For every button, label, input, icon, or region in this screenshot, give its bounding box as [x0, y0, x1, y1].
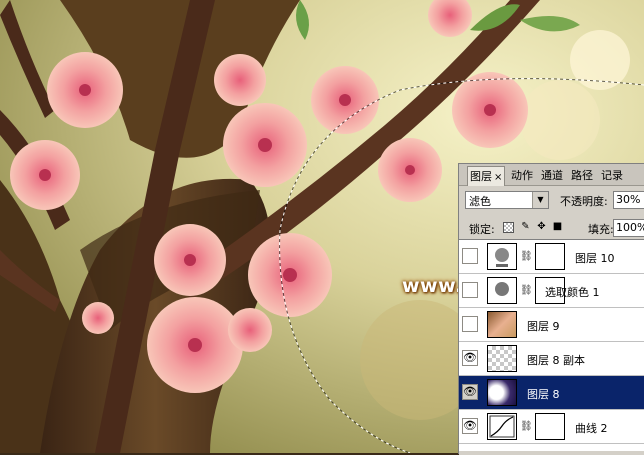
eye-icon[interactable]: 👁 [462, 384, 478, 400]
layer-row-selective-color-1[interactable]: ⛓ 选取颜色 1 [459, 274, 644, 308]
tab-close-icon[interactable]: × [494, 172, 502, 183]
layer-thumbnail [487, 345, 517, 372]
lock-all-icon[interactable]: ■ [551, 220, 564, 233]
layer-name: 曲线 2 [575, 422, 608, 435]
opacity-input[interactable]: 30% [613, 191, 644, 209]
visibility-toggle[interactable] [462, 282, 478, 298]
lock-label: 锁定: [469, 223, 495, 236]
layer-name: 图层 9 [527, 320, 560, 333]
panel-footer [459, 451, 644, 455]
layer-thumbnail [487, 311, 517, 338]
tab-history[interactable]: 记录 [601, 167, 623, 184]
lock-transparency-icon[interactable] [503, 222, 514, 233]
layer-name: 图层 8 副本 [527, 354, 585, 367]
blend-mode-value: 滤色 [469, 195, 491, 208]
visibility-toggle[interactable] [462, 248, 478, 264]
layer-mask-thumbnail [535, 413, 565, 440]
layer-row-10[interactable]: ⛓ 图层 10 [459, 240, 644, 274]
adjustment-thumbnail [487, 277, 517, 304]
layer-name: 图层 10 [575, 252, 615, 265]
eye-icon[interactable]: 👁 [462, 418, 478, 434]
fill-label: 填充: [588, 223, 614, 236]
layers-list: ⛓ 图层 10 ⛓ 选取颜色 1 图层 9 👁 图层 8 副本 👁 图层 8 👁… [459, 239, 644, 455]
layer-row-8-copy[interactable]: 👁 图层 8 副本 [459, 342, 644, 376]
eye-icon[interactable]: 👁 [462, 350, 478, 366]
chevron-down-icon[interactable]: ▼ [532, 192, 548, 208]
layer-thumbnail [487, 243, 517, 270]
layer-name: 图层 8 [527, 388, 560, 401]
tab-channels[interactable]: 通道 [541, 167, 563, 184]
visibility-toggle[interactable] [462, 316, 478, 332]
link-icon: ⛓ [520, 421, 533, 432]
link-icon: ⛓ [520, 285, 533, 296]
layer-row-curves-2[interactable]: 👁 ⛓ 曲线 2 [459, 410, 644, 444]
lock-move-icon[interactable]: ✥ [535, 220, 548, 233]
layers-panel: 图层 × 动作 通道 路径 记录 滤色 ▼ 不透明度: 30% 锁定: ✎ ✥ ■… [458, 163, 644, 455]
blend-mode-select[interactable]: 滤色 ▼ [465, 191, 549, 209]
tab-actions[interactable]: 动作 [511, 167, 533, 184]
curves-adjustment-icon [487, 413, 517, 440]
opacity-label: 不透明度: [560, 195, 608, 208]
tab-paths[interactable]: 路径 [571, 167, 593, 184]
link-icon: ⛓ [520, 251, 533, 262]
tab-layers[interactable]: 图层 × [467, 166, 506, 186]
panel-tabs: 图层 × 动作 通道 路径 记录 [459, 164, 644, 186]
layer-row-9[interactable]: 图层 9 [459, 308, 644, 342]
layer-name: 选取颜色 1 [545, 286, 600, 299]
layer-thumbnail [487, 379, 517, 406]
fill-input[interactable]: 100% [613, 219, 644, 237]
layer-row-8[interactable]: 👁 图层 8 [459, 376, 644, 410]
layer-mask-thumbnail [535, 243, 565, 270]
lock-brush-icon[interactable]: ✎ [519, 220, 532, 233]
